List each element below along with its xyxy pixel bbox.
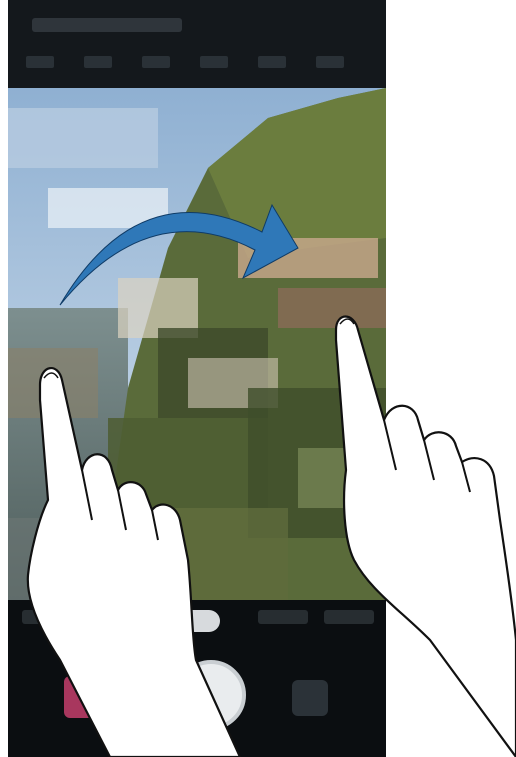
right-hand-icon [334, 315, 516, 757]
left-hand-icon [26, 367, 242, 757]
swipe-arrow-icon [59, 203, 299, 306]
gesture-overlay [26, 203, 516, 757]
